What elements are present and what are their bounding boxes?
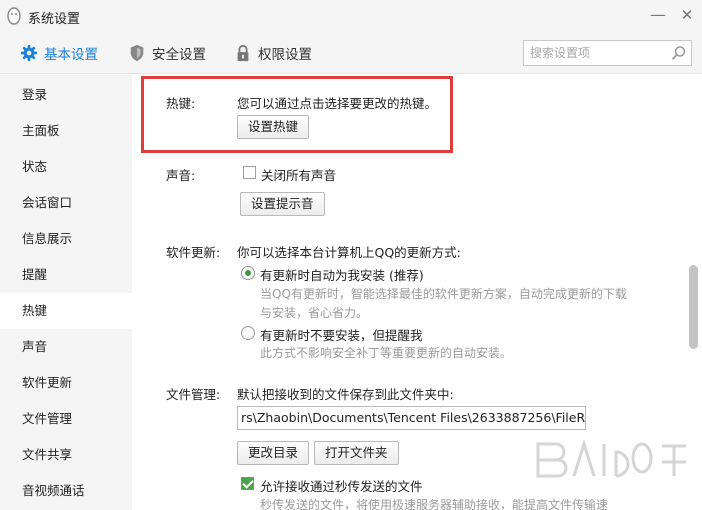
set-alert-sound-button[interactable]: 设置提示音 <box>240 192 325 216</box>
sidebar: 登录 主面板 状态 会话窗口 信息展示 提醒 热键 声音 软件更新 文件管理 文… <box>0 75 132 510</box>
search-input[interactable] <box>524 41 664 65</box>
window-title: 系统设置 <box>28 12 81 27</box>
close-button[interactable]: ✕ <box>674 4 700 26</box>
allow-instant-transfer-checkbox[interactable] <box>241 477 254 490</box>
lock-icon <box>237 44 249 62</box>
tab-bar: 基本设置 安全设置 权限设置 <box>0 32 702 74</box>
sidebar-item-file-management[interactable]: 文件管理 <box>0 401 132 437</box>
search-box <box>523 40 692 66</box>
file-management-description: 默认把接收到的文件保存到此文件夹中: <box>237 387 454 402</box>
sidebar-item-file-sharing[interactable]: 文件共享 <box>0 437 132 473</box>
sidebar-item-status[interactable]: 状态 <box>0 149 132 185</box>
file-management-label: 文件管理: <box>166 387 221 402</box>
auto-install-radio[interactable] <box>241 266 255 280</box>
scrollbar-thumb[interactable] <box>689 265 698 349</box>
sidebar-item-chat-window[interactable]: 会话窗口 <box>0 185 132 221</box>
tab-basic-settings[interactable]: 基本设置 <box>20 32 98 74</box>
sidebar-item-main-panel[interactable]: 主面板 <box>0 113 132 149</box>
mute-all-checkbox[interactable] <box>243 166 256 179</box>
minimize-button[interactable]: — <box>645 4 671 26</box>
sidebar-item-av-call[interactable]: 音视频通话 <box>0 473 132 509</box>
gear-icon <box>20 44 38 62</box>
update-label: 软件更新: <box>166 245 221 260</box>
notify-only-hint: 此方式不影响安全补丁等重要更新的自动安装。 <box>260 346 513 360</box>
hotkey-highlight-box <box>141 76 453 153</box>
notify-only-label: 有更新时不要安装，但提醒我 <box>260 328 423 343</box>
change-directory-button[interactable]: 更改目录 <box>237 441 310 465</box>
qq-penguin-icon <box>7 7 21 25</box>
sidebar-item-reminders[interactable]: 提醒 <box>0 257 132 293</box>
notify-only-radio[interactable] <box>241 326 255 340</box>
sidebar-item-info-display[interactable]: 信息展示 <box>0 221 132 257</box>
title-bar: 系统设置 — ✕ <box>0 0 702 32</box>
auto-install-label: 有更新时自动为我安装 (推荐) <box>260 268 424 283</box>
tab-security-settings-label: 安全设置 <box>152 47 206 63</box>
allow-instant-transfer-hint: 秒传发送的文件，将使用极速服务器辅助接收，能提高文件传输速 <box>260 498 609 510</box>
sidebar-item-login[interactable]: 登录 <box>0 77 132 113</box>
shield-icon <box>130 44 144 62</box>
sidebar-item-sound[interactable]: 声音 <box>0 329 132 365</box>
auto-install-hint-line1: 当QQ有更新时，智能选择最佳的软件更新方案，自动完成更新的下载 <box>260 287 627 301</box>
auto-install-hint-line2: 与安装，省心省力。 <box>260 306 369 320</box>
search-icon[interactable] <box>671 45 687 61</box>
tab-permission-settings-label: 权限设置 <box>258 47 312 63</box>
tab-basic-settings-label: 基本设置 <box>44 47 98 63</box>
tab-security-settings[interactable]: 安全设置 <box>128 32 206 74</box>
baidu-watermark-logo <box>536 438 686 478</box>
sidebar-item-hotkeys[interactable]: 热键 <box>0 293 132 329</box>
receive-folder-path-field[interactable]: rs\Zhaobin\Documents\Tencent Files\26338… <box>237 406 586 430</box>
allow-instant-transfer-label: 允许接收通过秒传发送的文件 <box>260 479 423 494</box>
update-description: 你可以选择本台计算机上QQ的更新方式: <box>237 245 461 260</box>
sound-label: 声音: <box>166 168 196 183</box>
open-folder-button[interactable]: 打开文件夹 <box>314 441 399 465</box>
mute-all-label: 关闭所有声音 <box>261 168 337 183</box>
tab-permission-settings[interactable]: 权限设置 <box>234 32 312 74</box>
sidebar-item-software-update[interactable]: 软件更新 <box>0 365 132 401</box>
